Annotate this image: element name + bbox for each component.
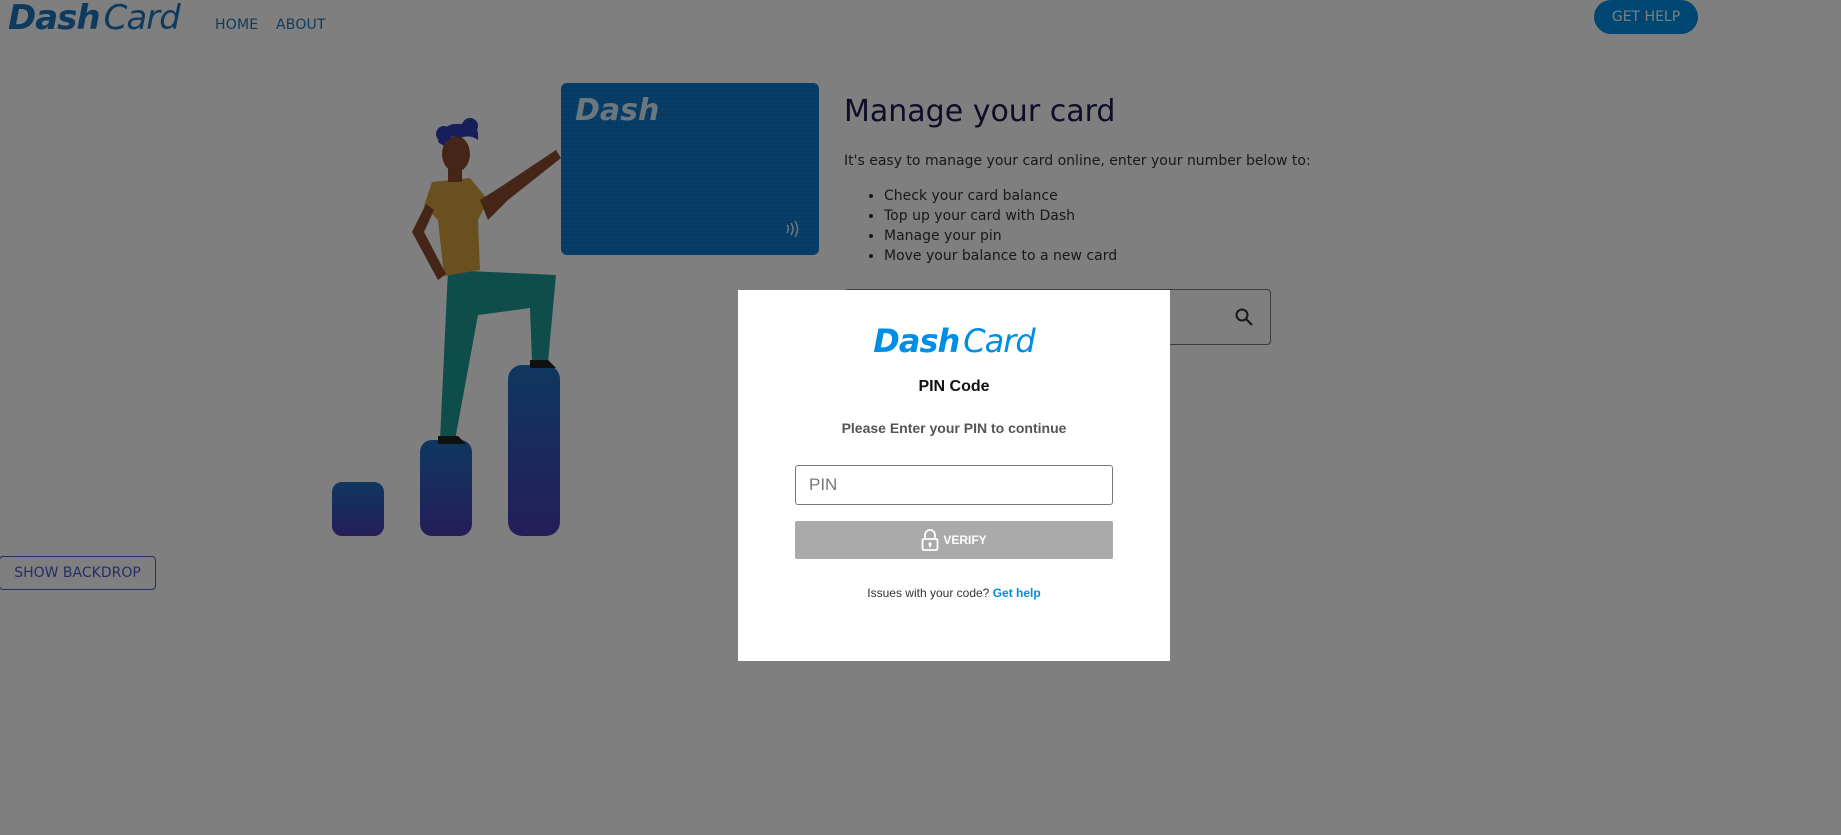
modal-logo-card-text: Card — [963, 322, 1035, 360]
verify-label: VERIFY — [943, 533, 987, 547]
help-line: Issues with your code? Get help — [738, 586, 1170, 600]
modal-dashcard-logo: Dash Card — [738, 322, 1170, 360]
modal-title: PIN Code — [918, 378, 990, 395]
modal-subtitle: Please Enter your PIN to continue — [841, 420, 1067, 436]
help-text: Issues with your code? — [867, 586, 990, 600]
get-help-link[interactable]: Get help — [993, 586, 1041, 600]
verify-button[interactable]: VERIFY — [795, 521, 1113, 559]
page: Dash Card HOME ABOUT GET HELP Dash — [0, 0, 1841, 835]
modal-logo-dash-text: Dash — [873, 322, 960, 360]
pin-input[interactable] — [795, 465, 1113, 505]
pin-modal: Dash Card PIN Code Please Enter your PIN… — [738, 290, 1170, 661]
lock-icon — [921, 529, 939, 551]
